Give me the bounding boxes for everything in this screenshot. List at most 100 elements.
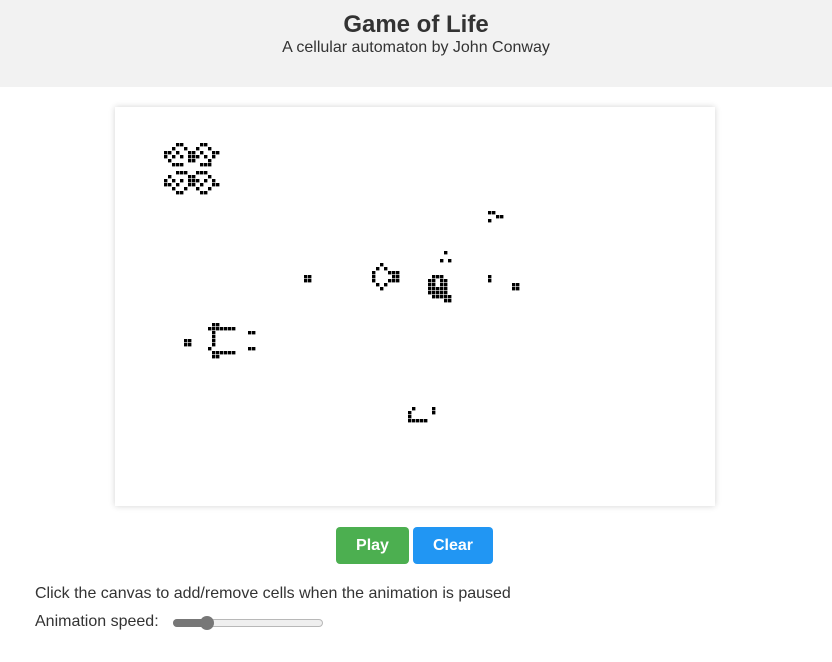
live-cell[interactable] [200,151,204,155]
live-cell[interactable] [428,291,432,295]
live-cell[interactable] [204,143,208,147]
live-cell[interactable] [516,283,520,287]
live-cell[interactable] [180,143,184,147]
live-cell[interactable] [212,327,216,331]
live-cell[interactable] [496,215,500,219]
live-cell[interactable] [212,151,216,155]
live-cell[interactable] [188,183,192,187]
live-cell[interactable] [212,155,216,159]
live-cell[interactable] [212,183,216,187]
live-cell[interactable] [196,147,200,151]
live-cell[interactable] [440,275,444,279]
live-cell[interactable] [444,251,448,255]
live-cell[interactable] [228,327,232,331]
live-cell[interactable] [220,351,224,355]
live-cell[interactable] [164,179,168,183]
live-cell[interactable] [204,163,208,167]
live-cell[interactable] [188,151,192,155]
live-cell[interactable] [188,175,192,179]
live-cell[interactable] [172,187,176,191]
live-cell[interactable] [212,331,216,335]
live-cell[interactable] [208,147,212,151]
cell-grid[interactable] [115,107,715,506]
live-cell[interactable] [308,279,312,283]
live-cell[interactable] [448,259,452,263]
live-cell[interactable] [196,171,200,175]
live-cell[interactable] [440,295,444,299]
live-cell[interactable] [376,283,380,287]
live-cell[interactable] [444,287,448,291]
live-cell[interactable] [232,327,236,331]
live-cell[interactable] [392,279,396,283]
live-cell[interactable] [308,275,312,279]
live-cell[interactable] [216,323,220,327]
live-cell[interactable] [192,155,196,159]
live-cell[interactable] [252,347,256,351]
speed-slider[interactable] [173,616,323,630]
live-cell[interactable] [436,295,440,299]
live-cell[interactable] [380,263,384,267]
live-cell[interactable] [184,343,188,347]
live-cell[interactable] [192,179,196,183]
live-cell[interactable] [436,287,440,291]
live-cell[interactable] [184,187,188,191]
live-cell[interactable] [488,211,492,215]
live-cell[interactable] [176,171,180,175]
live-cell[interactable] [396,275,400,279]
live-cell[interactable] [392,275,396,279]
live-cell[interactable] [448,299,452,303]
live-cell[interactable] [440,291,444,295]
live-cell[interactable] [512,283,516,287]
live-cell[interactable] [304,279,308,283]
live-cell[interactable] [164,151,168,155]
live-cell[interactable] [408,411,412,415]
live-cell[interactable] [192,151,196,155]
live-cell[interactable] [444,283,448,287]
live-cell[interactable] [388,279,392,283]
live-cell[interactable] [212,355,216,359]
live-cell[interactable] [376,267,380,271]
live-cell[interactable] [176,163,180,167]
live-cell[interactable] [176,151,180,155]
live-cell[interactable] [176,183,180,187]
live-cell[interactable] [444,279,448,283]
live-cell[interactable] [512,287,516,291]
live-cell[interactable] [304,275,308,279]
live-cell[interactable] [500,215,504,219]
live-cell[interactable] [432,279,436,283]
live-cell[interactable] [428,283,432,287]
live-cell[interactable] [384,267,388,271]
live-cell[interactable] [196,179,200,183]
live-cell[interactable] [212,339,216,343]
live-cell[interactable] [396,279,400,283]
live-cell[interactable] [212,351,216,355]
live-cell[interactable] [200,163,204,167]
live-cell[interactable] [388,271,392,275]
life-canvas[interactable] [115,107,715,506]
live-cell[interactable] [168,175,172,179]
live-cell[interactable] [168,151,172,155]
live-cell[interactable] [428,287,432,291]
live-cell[interactable] [444,295,448,299]
live-cell[interactable] [432,291,436,295]
live-cell[interactable] [212,343,216,347]
live-cell[interactable] [408,415,412,419]
live-cell[interactable] [440,259,444,263]
live-cell[interactable] [184,171,188,175]
live-cell[interactable] [172,179,176,183]
live-cell[interactable] [432,275,436,279]
live-cell[interactable] [196,187,200,191]
live-cell[interactable] [220,327,224,331]
live-cell[interactable] [416,419,420,423]
live-cell[interactable] [168,183,172,187]
live-cell[interactable] [432,407,436,411]
live-cell[interactable] [192,175,196,179]
live-cell[interactable] [216,355,220,359]
live-cell[interactable] [408,419,412,423]
live-cell[interactable] [204,191,208,195]
live-cell[interactable] [184,147,188,151]
live-cell[interactable] [248,347,252,351]
slider-thumb[interactable] [199,616,214,630]
live-cell[interactable] [488,219,492,223]
live-cell[interactable] [208,163,212,167]
